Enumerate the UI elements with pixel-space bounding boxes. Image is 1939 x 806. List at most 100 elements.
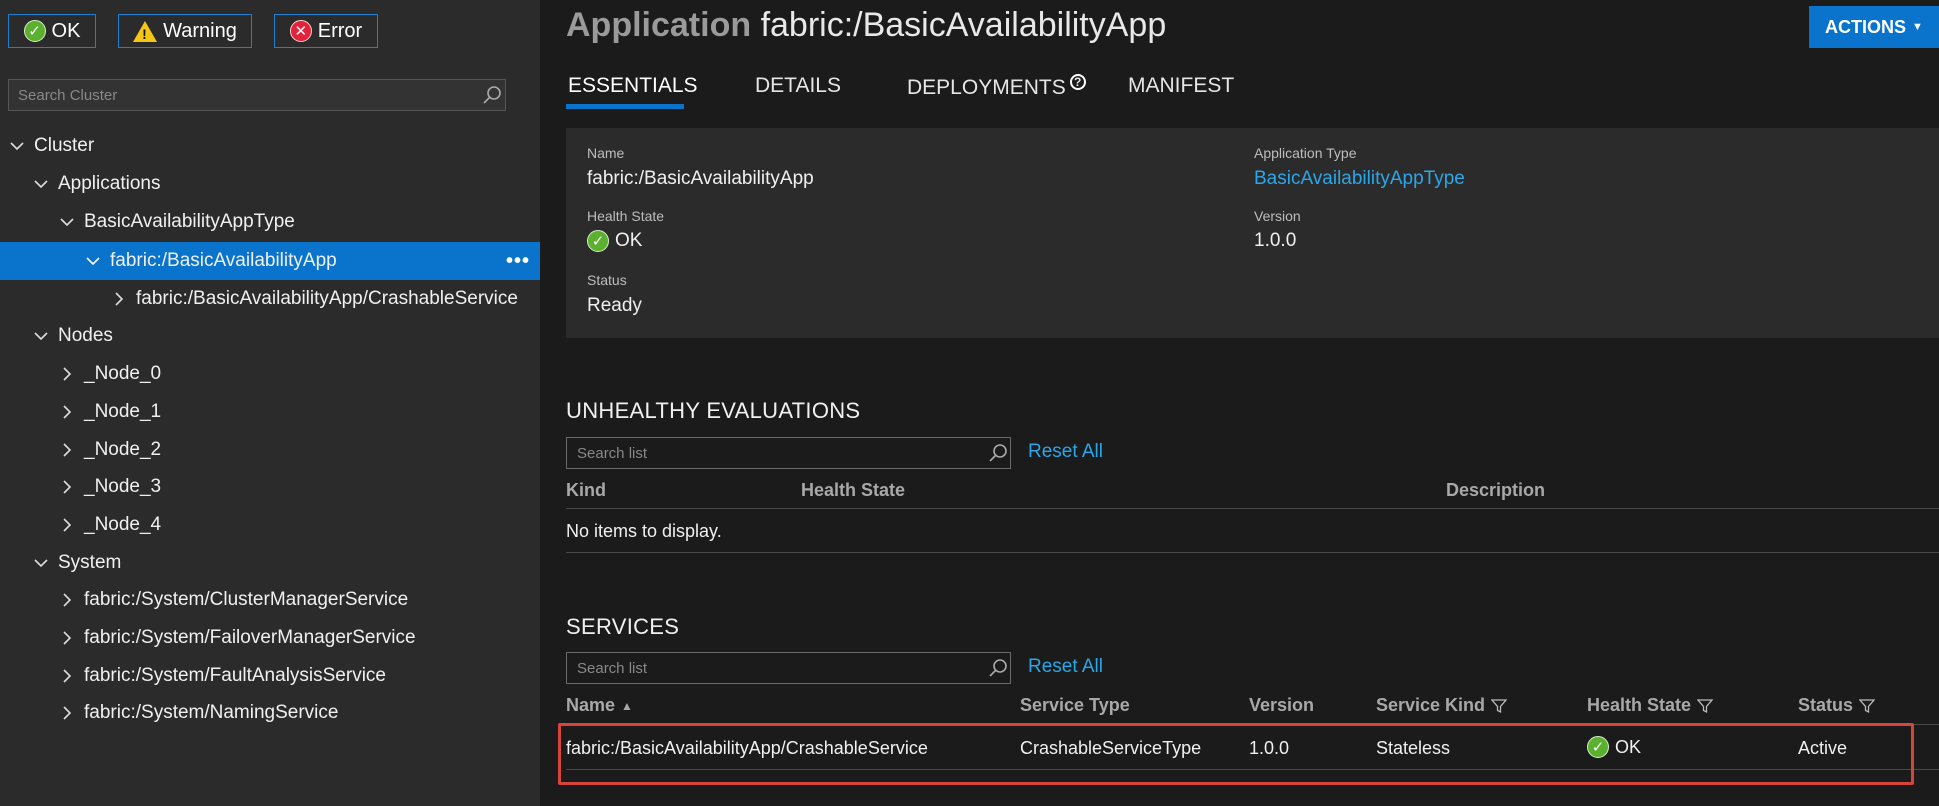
filter-icon[interactable]: [1697, 698, 1714, 714]
name-label: Name: [587, 145, 625, 161]
health-state-value: ✓ OK: [587, 230, 642, 252]
app-type-link[interactable]: BasicAvailabilityAppType: [1254, 168, 1465, 190]
column-header-name-label: Name: [566, 695, 616, 715]
chevron-down-icon[interactable]: [10, 139, 24, 153]
column-header-health-state[interactable]: Health State: [801, 480, 905, 501]
chevron-right-icon[interactable]: [60, 480, 74, 494]
tab-essentials[interactable]: ESSENTIALS: [568, 74, 698, 98]
highlight-annotation: [558, 723, 1914, 785]
search-icon[interactable]: [988, 443, 1008, 463]
tree-item-node[interactable]: _Node_4: [0, 506, 540, 544]
services-reset-all-link[interactable]: Reset All: [1028, 656, 1103, 678]
app-type-label: Application Type: [1254, 145, 1357, 161]
tab-manifest[interactable]: MANIFEST: [1128, 74, 1234, 98]
chevron-right-icon[interactable]: [112, 292, 126, 306]
error-filter-label: Error: [317, 19, 363, 42]
name-value: fabric:/BasicAvailabilityApp: [587, 168, 814, 189]
version-label: Version: [1254, 208, 1301, 224]
ok-icon: ✓: [587, 230, 609, 252]
help-icon[interactable]: ?: [1069, 74, 1086, 90]
tree-item-app-type[interactable]: BasicAvailabilityAppType: [0, 203, 540, 241]
page-title-name: fabric:/BasicAvailabilityApp: [760, 6, 1167, 44]
column-header-service-type[interactable]: Service Type: [1020, 695, 1130, 716]
services-search-input[interactable]: [566, 652, 1011, 684]
tree-item-cluster[interactable]: Cluster: [0, 127, 540, 165]
error-filter-button[interactable]: ✕ Error: [274, 14, 378, 48]
tab-deployments[interactable]: DEPLOYMENTS?: [907, 74, 1086, 100]
ok-icon: ✓: [23, 20, 46, 42]
tree-item-system-service[interactable]: fabric:/System/ClusterManagerService: [0, 581, 540, 619]
tree-item-label: _Node_0: [84, 363, 162, 384]
chevron-down-icon[interactable]: [34, 556, 48, 570]
column-header-name[interactable]: Name ▲: [566, 695, 633, 716]
cluster-tree-pane: ✓ OK ! Warning ✕ Error Cluster Applicati…: [0, 0, 540, 806]
caret-down-icon: ▼: [1912, 21, 1923, 33]
tab-details[interactable]: DETAILS: [755, 74, 841, 98]
active-tab-indicator: [566, 104, 684, 109]
ok-filter-button[interactable]: ✓ OK: [8, 14, 96, 48]
status-value: Ready: [587, 295, 642, 316]
tree-item-system-service[interactable]: fabric:/System/FailoverManagerService: [0, 619, 540, 657]
tree-item-system-service[interactable]: fabric:/System/NamingService: [0, 694, 540, 732]
tree-item-system-service[interactable]: fabric:/System/FaultAnalysisService: [0, 657, 540, 695]
tree-item-label: fabric:/System/FaultAnalysisService: [84, 665, 386, 686]
column-header-kind[interactable]: Kind: [566, 480, 606, 501]
actions-label: ACTIONS: [1825, 16, 1907, 37]
unhealthy-search-input[interactable]: [566, 437, 1011, 469]
tree-item-node[interactable]: _Node_2: [0, 431, 540, 469]
tree-item-label: Applications: [58, 173, 161, 194]
column-header-version[interactable]: Version: [1249, 695, 1314, 716]
chevron-right-icon[interactable]: [60, 706, 74, 720]
tree-item-node[interactable]: _Node_3: [0, 468, 540, 506]
chevron-right-icon[interactable]: [60, 405, 74, 419]
column-header-health-state[interactable]: Health State: [1587, 695, 1714, 716]
more-options-icon[interactable]: •••: [506, 250, 530, 273]
essentials-panel: Name fabric:/BasicAvailabilityApp Health…: [566, 128, 1939, 338]
tree-item-system[interactable]: System: [0, 544, 540, 582]
chevron-down-icon[interactable]: [34, 177, 48, 191]
unhealthy-reset-all-link[interactable]: Reset All: [1028, 441, 1103, 463]
tree-item-label: fabric:/System/ClusterManagerService: [84, 589, 409, 610]
column-header-service-kind[interactable]: Service Kind: [1376, 695, 1508, 716]
table-divider: [566, 552, 1939, 553]
filter-icon[interactable]: [1491, 698, 1508, 714]
column-header-description[interactable]: Description: [1446, 480, 1545, 501]
chevron-right-icon[interactable]: [60, 631, 74, 645]
chevron-right-icon[interactable]: [60, 443, 74, 457]
search-icon[interactable]: [482, 85, 502, 105]
tree-item-nodes[interactable]: Nodes: [0, 317, 540, 355]
tree-item-label: _Node_3: [84, 476, 162, 497]
tree-item-app-selected[interactable]: fabric:/BasicAvailabilityApp •••: [0, 242, 540, 280]
application-details-pane: Application fabric:/BasicAvailabilityApp…: [540, 0, 1939, 806]
services-title: SERVICES: [566, 614, 680, 639]
search-cluster-input[interactable]: [8, 79, 506, 111]
unhealthy-evaluations-title: UNHEALTHY EVALUATIONS: [566, 398, 861, 423]
page-title: Application fabric:/BasicAvailabilityApp: [566, 6, 1166, 45]
actions-button[interactable]: ACTIONS ▼: [1809, 6, 1939, 48]
tree-item-label: fabric:/System/NamingService: [84, 702, 339, 723]
chevron-down-icon[interactable]: [60, 215, 74, 229]
health-state-text: OK: [615, 230, 643, 251]
chevron-right-icon[interactable]: [60, 367, 74, 381]
health-state-label: Health State: [587, 208, 665, 224]
page-title-keyword: Application: [566, 6, 752, 44]
tree-item-label: fabric:/System/FailoverManagerService: [84, 627, 416, 648]
tree-item-label: Nodes: [58, 325, 113, 346]
chevron-down-icon[interactable]: [34, 329, 48, 343]
column-header-status-label: Status: [1798, 695, 1854, 715]
warning-filter-button[interactable]: ! Warning: [118, 14, 252, 48]
chevron-down-icon[interactable]: [86, 254, 100, 268]
filter-icon[interactable]: [1859, 698, 1876, 714]
table-divider: [566, 508, 1939, 509]
chevron-right-icon[interactable]: [60, 593, 74, 607]
chevron-right-icon[interactable]: [60, 518, 74, 532]
chevron-right-icon[interactable]: [60, 669, 74, 683]
tree-item-service[interactable]: fabric:/BasicAvailabilityApp/CrashableSe…: [0, 280, 540, 318]
tree-item-label: System: [58, 552, 122, 573]
column-header-status[interactable]: Status: [1798, 695, 1876, 716]
tree-item-applications[interactable]: Applications: [0, 165, 540, 203]
tree-item-node[interactable]: _Node_0: [0, 355, 540, 393]
search-icon[interactable]: [988, 658, 1008, 678]
tree-item-node[interactable]: _Node_1: [0, 393, 540, 431]
column-header-service-kind-label: Service Kind: [1376, 695, 1486, 715]
